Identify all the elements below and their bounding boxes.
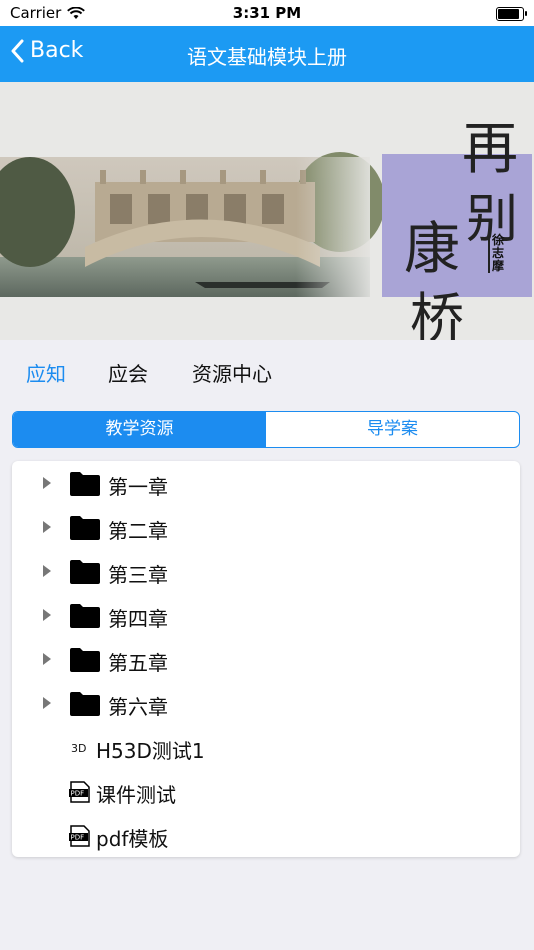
author-name: 徐志摩 <box>488 234 510 273</box>
calligraphy-char: 康 <box>404 217 460 282</box>
tab-yinghui[interactable]: 应会 <box>108 358 148 387</box>
tree-row-folder[interactable]: 第五章 <box>12 637 520 681</box>
tree-row-label: 第三章 <box>108 563 168 587</box>
tree-row-3d-file[interactable]: 3D H53D测试1 <box>12 725 520 769</box>
tree-row-label: 第六章 <box>108 695 168 719</box>
calligraphy-char: 桥 <box>410 287 464 340</box>
chevron-right-icon[interactable] <box>43 653 51 665</box>
folder-icon <box>70 604 100 628</box>
segmented-control: 教学资源 导学案 <box>12 411 520 448</box>
calligraphy-char: 再 <box>462 117 518 182</box>
pdf-badge-text: PDF <box>71 790 85 798</box>
segment-teaching-resources[interactable]: 教学资源 <box>13 412 266 447</box>
tree-row-pdf-file[interactable]: PDF pdf模板 <box>12 813 520 857</box>
folder-icon <box>70 692 100 716</box>
tree-row-folder[interactable]: 第六章 <box>12 681 520 725</box>
segment-study-guide[interactable]: 导学案 <box>266 412 519 447</box>
chevron-right-icon[interactable] <box>43 477 51 489</box>
folder-icon <box>70 516 100 540</box>
folder-icon <box>70 560 100 584</box>
banner-image: 再 别 康 桥 徐志摩 <box>0 82 534 340</box>
tree-row-label: 第二章 <box>108 519 168 543</box>
pdf-file-icon: PDF <box>69 781 91 807</box>
tree-row-label: 第四章 <box>108 607 168 631</box>
chevron-right-icon[interactable] <box>43 697 51 709</box>
tab-yingzhi[interactable]: 应知 <box>26 358 66 387</box>
resource-tree: 第一章 第二章 第三章 第四章 第五章 第六章 3D H53D测试1 PDF 课… <box>12 461 520 857</box>
tree-row-label: 第一章 <box>108 475 168 499</box>
chevron-right-icon[interactable] <box>43 565 51 577</box>
navigation-bar: Back 语文基础模块上册 <box>0 26 534 82</box>
tree-row-label: H53D测试1 <box>96 739 205 763</box>
page-title: 语文基础模块上册 <box>187 45 347 69</box>
folder-icon <box>70 472 100 496</box>
chevron-right-icon[interactable] <box>43 521 51 533</box>
tree-row-folder[interactable]: 第三章 <box>12 549 520 593</box>
tree-row-label: 第五章 <box>108 651 168 675</box>
tab-resource-center[interactable]: 资源中心 <box>192 358 272 387</box>
chevron-right-icon[interactable] <box>43 609 51 621</box>
tree-row-label: 课件测试 <box>96 783 176 807</box>
tree-row-folder[interactable]: 第一章 <box>12 461 520 505</box>
status-time: 3:31 PM <box>232 4 302 22</box>
tree-row-label: pdf模板 <box>96 827 169 851</box>
pdf-badge-text: PDF <box>71 834 85 842</box>
calligraphy-title: 再 别 康 桥 徐志摩 <box>0 82 534 340</box>
tree-row-pdf-file[interactable]: PDF 课件测试 <box>12 769 520 813</box>
status-bar: Carrier 3:31 PM <box>0 0 534 26</box>
tab-bar: 应知 应会 资源中心 <box>0 340 534 402</box>
battery-icon <box>496 7 527 21</box>
pdf-file-icon: PDF <box>69 825 91 851</box>
folder-icon <box>70 648 100 672</box>
tree-row-folder[interactable]: 第四章 <box>12 593 520 637</box>
3d-file-icon: 3D <box>71 742 87 755</box>
tree-row-folder[interactable]: 第二章 <box>12 505 520 549</box>
